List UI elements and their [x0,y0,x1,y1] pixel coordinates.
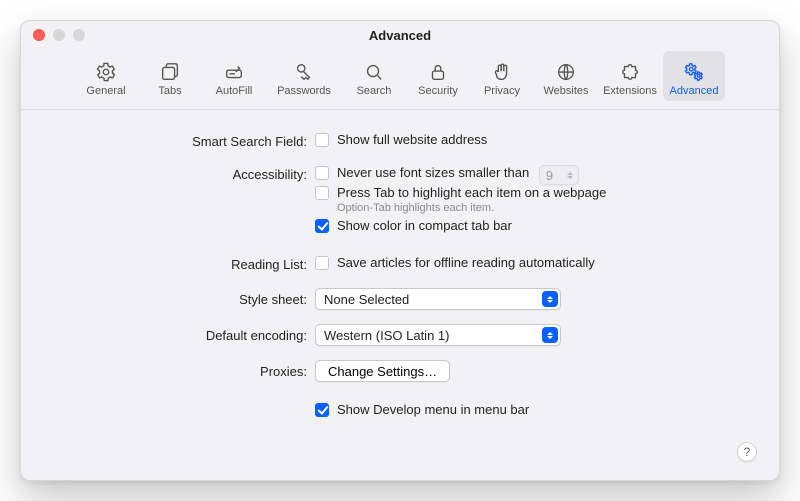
toolbar-tabs[interactable]: Tabs [139,51,201,101]
compact-color-text: Show color in compact tab bar [337,218,512,233]
save-offline-checkbox[interactable]: Save articles for offline reading automa… [315,255,595,270]
toolbar-label: AutoFill [216,85,253,97]
option-tab-hint: Option-Tab highlights each item. [337,202,749,214]
key-icon [293,61,315,83]
save-offline-text: Save articles for offline reading automa… [337,255,595,270]
min-font-input[interactable] [315,166,329,180]
advanced-pane: Smart Search Field: Show full website ad… [21,110,779,480]
lock-icon [427,61,449,83]
window-controls [33,29,85,41]
pencil-icon [223,61,245,83]
preferences-window: Advanced General Tabs AutoFill Passwords [20,20,780,481]
show-full-url-input[interactable] [315,133,329,147]
compact-color-checkbox[interactable]: Show color in compact tab bar [315,218,512,233]
style-sheet-label: Style sheet: [51,288,315,307]
show-full-url-text: Show full website address [337,132,487,147]
toolbar-label: Tabs [158,85,181,97]
press-tab-text: Press Tab to highlight each item on a we… [337,185,606,200]
min-font-size-select[interactable]: 9 [539,165,579,185]
toolbar-label: Privacy [484,85,520,97]
question-mark-icon: ? [744,445,751,459]
toolbar-label: Passwords [277,85,331,97]
help-button[interactable]: ? [737,442,757,462]
window-title: Advanced [369,28,431,43]
toolbar-privacy[interactable]: Privacy [471,51,533,101]
min-font-text: Never use font sizes smaller than [337,165,529,180]
show-full-url-checkbox[interactable]: Show full website address [315,132,487,147]
updown-icon [542,327,558,343]
toolbar-extensions[interactable]: Extensions [599,51,661,101]
gear-icon [95,61,117,83]
accessibility-label: Accessibility: [51,165,315,182]
zoom-window-button[interactable] [73,29,85,41]
proxies-label: Proxies: [51,360,315,379]
minimize-window-button[interactable] [53,29,65,41]
updown-icon [542,291,558,307]
style-sheet-select[interactable]: None Selected [315,288,561,310]
toolbar-advanced[interactable]: Advanced [663,51,725,101]
toolbar-label: Search [357,85,392,97]
puzzle-icon [619,61,641,83]
titlebar: Advanced [21,21,779,49]
toolbar-label: Extensions [603,85,657,97]
tabs-icon [159,61,181,83]
preferences-toolbar: General Tabs AutoFill Passwords Search [21,49,779,110]
toolbar-search[interactable]: Search [343,51,405,101]
toolbar-passwords[interactable]: Passwords [267,51,341,101]
reading-list-label: Reading List: [51,255,315,272]
globe-icon [555,61,577,83]
close-window-button[interactable] [33,29,45,41]
toolbar-general[interactable]: General [75,51,137,101]
toolbar-security[interactable]: Security [407,51,469,101]
stepper-icon [564,168,576,182]
compact-color-input[interactable] [315,219,329,233]
default-encoding-select[interactable]: Western (ISO Latin 1) [315,324,561,346]
develop-menu-checkbox[interactable]: Show Develop menu in menu bar [315,402,529,417]
default-encoding-value: Western (ISO Latin 1) [324,328,449,343]
min-font-size-value: 9 [546,168,553,183]
develop-menu-input[interactable] [315,403,329,417]
press-tab-checkbox[interactable]: Press Tab to highlight each item on a we… [315,185,606,200]
style-sheet-value: None Selected [324,292,409,307]
smart-search-label: Smart Search Field: [51,132,315,149]
search-icon [363,61,385,83]
toolbar-label: General [86,85,125,97]
toolbar-websites[interactable]: Websites [535,51,597,101]
press-tab-input[interactable] [315,186,329,200]
hand-icon [491,61,513,83]
gears-icon [683,61,705,83]
toolbar-label: Websites [543,85,588,97]
min-font-checkbox[interactable]: Never use font sizes smaller than [315,165,529,180]
save-offline-input[interactable] [315,256,329,270]
develop-menu-text: Show Develop menu in menu bar [337,402,529,417]
toolbar-autofill[interactable]: AutoFill [203,51,265,101]
toolbar-label: Security [418,85,458,97]
toolbar-label: Advanced [670,85,719,97]
change-settings-button[interactable]: Change Settings… [315,360,450,382]
default-encoding-label: Default encoding: [51,324,315,343]
